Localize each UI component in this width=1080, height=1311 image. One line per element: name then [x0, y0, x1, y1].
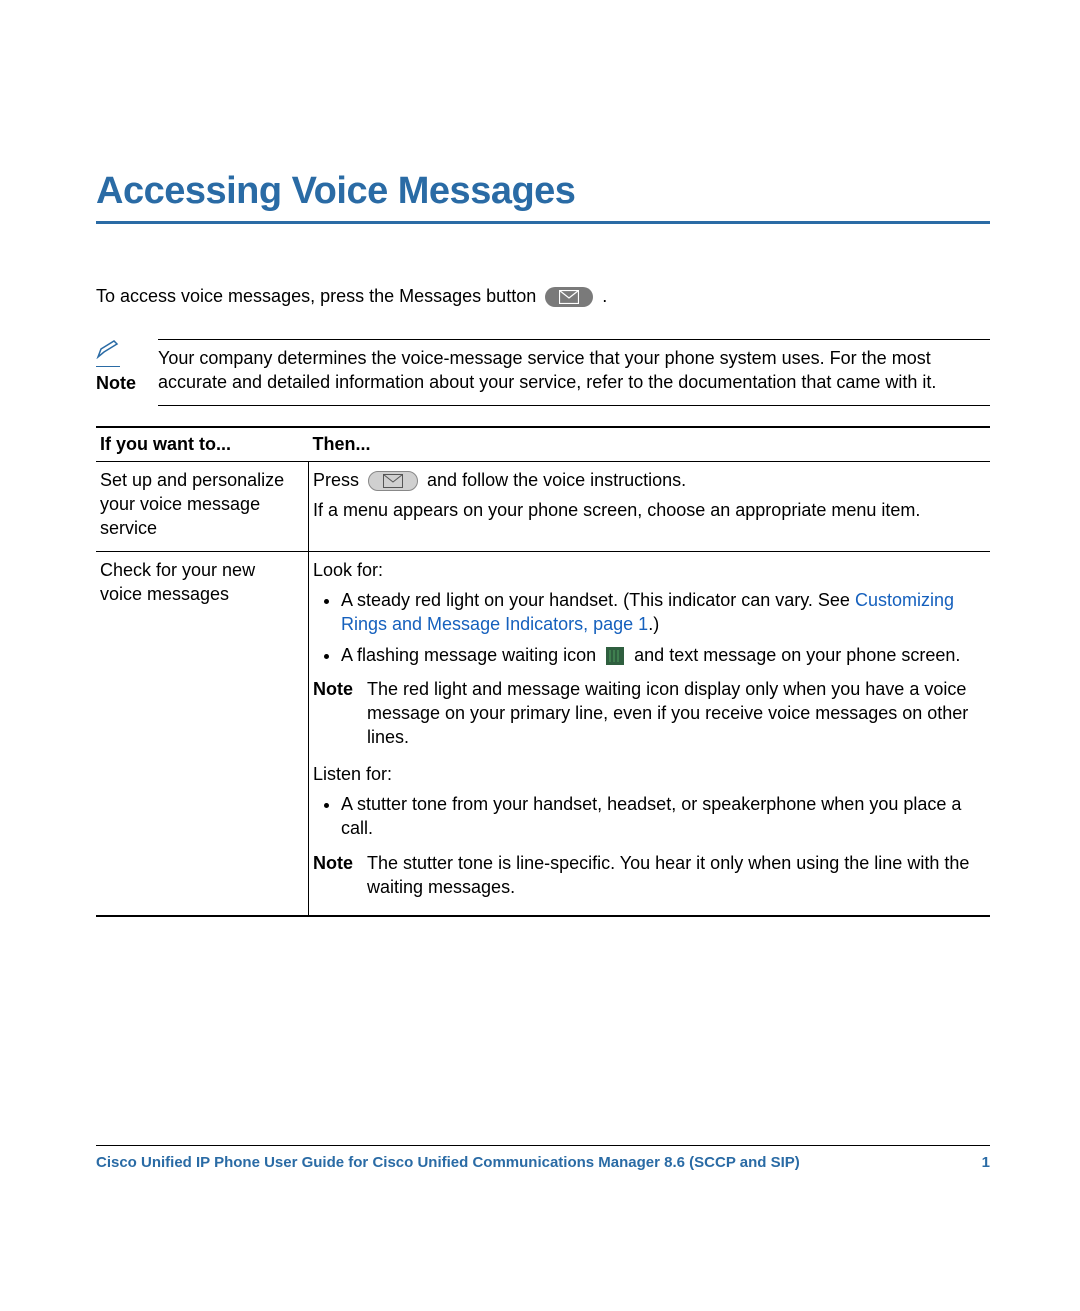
note-label: Note [96, 373, 136, 393]
intro-suffix: . [602, 286, 607, 306]
footer-title: Cisco Unified IP Phone User Guide for Ci… [96, 1154, 800, 1171]
messages-button-icon [368, 471, 418, 491]
list-item: A steady red light on your handset. (Thi… [341, 588, 982, 637]
note-label: Note [313, 677, 367, 750]
intro-text: To access voice messages, press the Mess… [96, 284, 990, 309]
table-header-left: If you want to... [96, 427, 309, 462]
intro-prefix: To access voice messages, press the Mess… [96, 286, 541, 306]
row1-action: Press and follow the voice instructions.… [309, 461, 991, 551]
note-block: Note Your company determines the voice-m… [96, 339, 990, 406]
bullet2-prefix: A flashing message waiting icon [341, 645, 601, 665]
message-waiting-icon [606, 647, 624, 665]
note-body: Your company determines the voice-messag… [158, 339, 990, 406]
note-body: The stutter tone is line-specific. You h… [367, 851, 982, 900]
messages-button-icon [545, 287, 593, 307]
bullet1-suffix: .) [648, 614, 659, 634]
title-rule [96, 221, 990, 224]
note-body: The red light and message waiting icon d… [367, 677, 982, 750]
row1-line2: If a menu appears on your phone screen, … [313, 500, 920, 520]
table-header-right: Then... [309, 427, 991, 462]
bullet1-prefix: A steady red light on your handset. (Thi… [341, 590, 855, 610]
table-row: Set up and personalize your voice messag… [96, 461, 990, 551]
note-label: Note [313, 851, 367, 900]
press-suffix: and follow the voice instructions. [427, 470, 686, 490]
press-prefix: Press [313, 470, 364, 490]
page-title: Accessing Voice Messages [96, 170, 990, 213]
bullet2-suffix: and text message on your phone screen. [629, 645, 960, 665]
note-pencil-icon [96, 339, 120, 367]
table-row: Check for your new voice messages Look f… [96, 551, 990, 916]
listen-for-header: Listen for: [313, 762, 982, 786]
inline-note: Note The stutter tone is line-specific. … [313, 851, 982, 900]
row1-task: Set up and personalize your voice messag… [96, 461, 309, 551]
instructions-table: If you want to... Then... Set up and per… [96, 426, 990, 917]
row2-task: Check for your new voice messages [96, 551, 309, 916]
footer-page-number: 1 [982, 1154, 990, 1171]
list-item: A flashing message waiting icon and text… [341, 643, 982, 667]
row2-action: Look for: A steady red light on your han… [309, 551, 991, 916]
list-item: A stutter tone from your handset, headse… [341, 792, 982, 841]
look-for-header: Look for: [313, 558, 982, 582]
page-footer: Cisco Unified IP Phone User Guide for Ci… [96, 1145, 990, 1171]
inline-note: Note The red light and message waiting i… [313, 677, 982, 750]
